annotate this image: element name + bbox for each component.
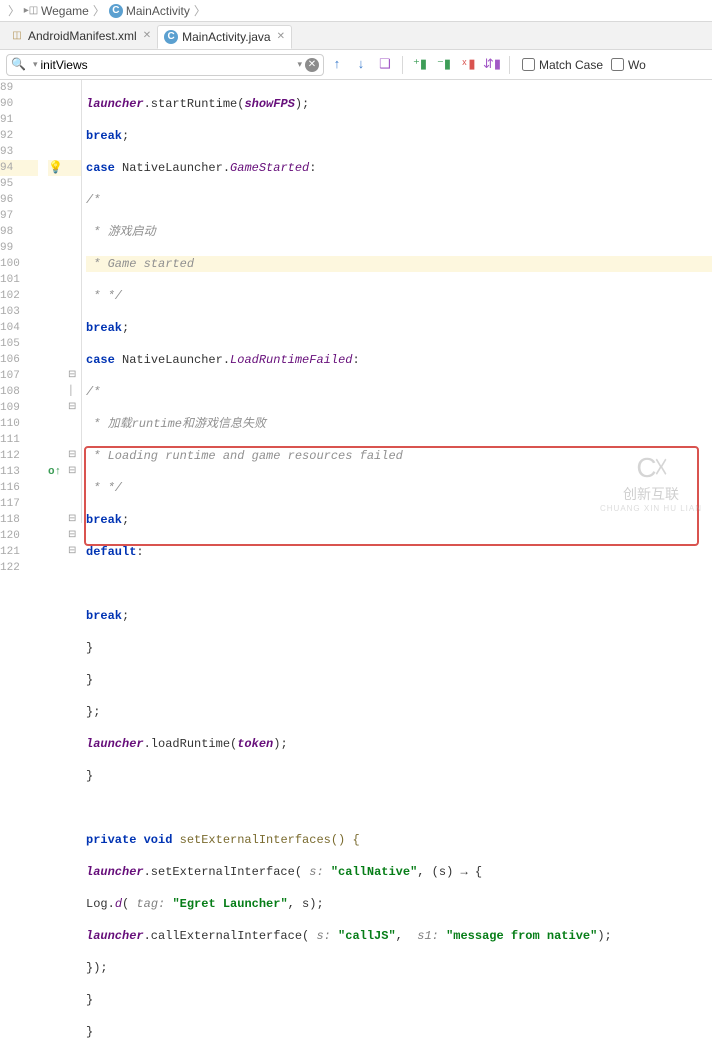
class-icon: C [164,30,178,44]
select-all-icon[interactable]: ❑ [374,54,396,76]
match-case-checkbox[interactable] [522,58,535,71]
tab-mainactivity[interactable]: C MainActivity.java ✕ [157,25,292,49]
class-icon: C [109,4,123,18]
breadcrumb[interactable]: 〉 ▸◫ Wegame 〉 C MainActivity 〉 [0,0,712,22]
lightbulb-icon[interactable]: 💡 [48,160,63,176]
words-option[interactable]: Wo [611,58,646,72]
fold-gutter[interactable]: ⊟│⊟ ⊟⊟ ⊟⊟⊟ [68,80,82,523]
select-all-occ-icon[interactable]: ⇵▮ [481,54,503,76]
close-icon[interactable]: ✕ [277,31,285,42]
tab-label: MainActivity.java [182,30,270,44]
line-number-gutter: 89 90 91 92 93 94 95 96 97 98 99 100 101… [0,80,48,523]
match-case-option[interactable]: Match Case [522,58,603,72]
editor-tabs: ◫ AndroidManifest.xml ✕ C MainActivity.j… [0,22,712,50]
exclude-selection-icon[interactable]: ˣ▮ [457,54,479,76]
breadcrumb-class[interactable]: MainActivity [126,4,190,18]
search-box[interactable]: 🔍 ▾ ▾ ✕ [6,54,324,76]
chevron-right-icon: 〉 [93,2,105,19]
override-marker-icon[interactable]: o↑ [48,464,61,480]
code-editor[interactable]: 89 90 91 92 93 94 95 96 97 98 99 100 101… [0,80,712,523]
xml-file-icon: ◫ [10,29,24,43]
search-icon: 🔍 [11,57,26,72]
chevron-right-icon: 〉 [194,2,206,19]
prev-match-icon[interactable]: ↑ [326,54,348,76]
words-checkbox[interactable] [611,58,624,71]
breadcrumb-folder[interactable]: Wegame [41,4,89,18]
tab-label: AndroidManifest.xml [28,29,137,43]
close-icon[interactable]: ✕ [143,30,151,41]
history-dropdown-icon[interactable]: ▾ [297,60,302,70]
code-area[interactable]: launcher.startRuntime(showFPS); break; c… [82,80,712,523]
add-selection-icon[interactable]: ⁺▮ [409,54,431,76]
clear-icon[interactable]: ✕ [305,58,319,72]
words-label: Wo [628,58,646,72]
marker-gutter: 💡 o↑ [48,80,68,523]
dropdown-icon[interactable]: ▾ [33,60,38,70]
find-toolbar: 🔍 ▾ ▾ ✕ ↑ ↓ ❑ ⁺▮ ⁻▮ ˣ▮ ⇵▮ Match Case Wo [0,50,712,80]
search-input[interactable] [40,58,294,72]
folder-icon: ▸◫ [24,4,38,18]
tab-manifest[interactable]: ◫ AndroidManifest.xml ✕ [4,24,157,48]
remove-selection-icon[interactable]: ⁻▮ [433,54,455,76]
next-match-icon[interactable]: ↓ [350,54,372,76]
chevron-right-icon: 〉 [8,2,20,19]
match-case-label: Match Case [539,58,603,72]
